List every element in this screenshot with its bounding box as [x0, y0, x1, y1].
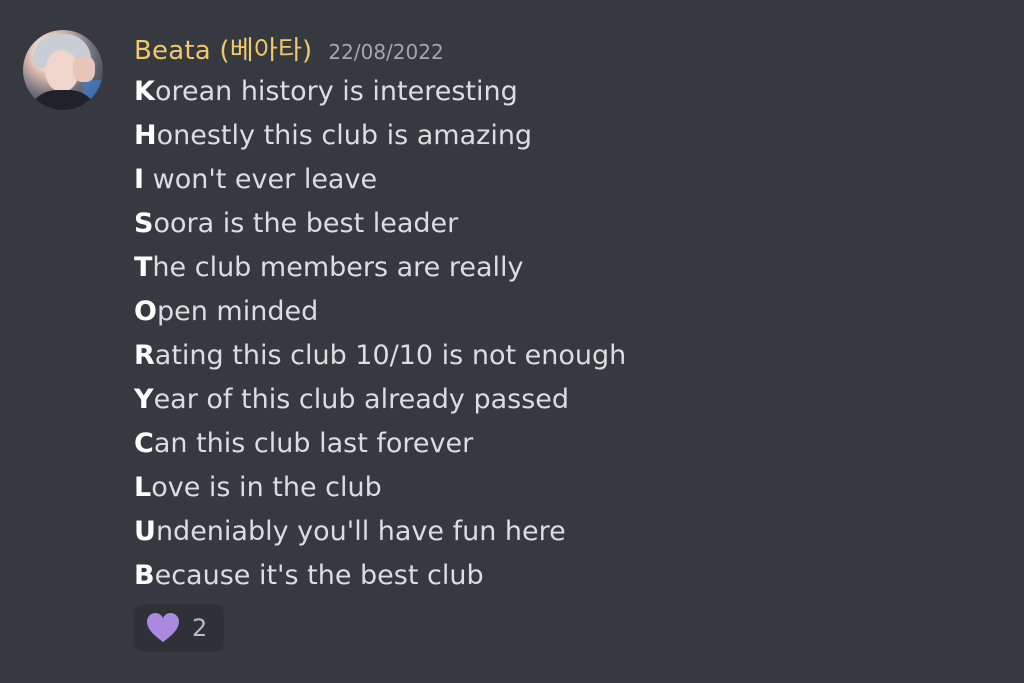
line-initial: O	[134, 296, 157, 327]
message-line: Undeniably you'll have fun here	[134, 512, 994, 556]
timestamp[interactable]: 22/08/2022	[328, 40, 443, 64]
line-initial: K	[134, 76, 155, 107]
line-text: orean history is interesting	[154, 76, 518, 107]
line-initial: H	[134, 120, 157, 151]
message-line: Year of this club already passed	[134, 380, 994, 424]
line-text: pen minded	[156, 296, 319, 327]
line-text: ndeniably you'll have fun here	[155, 516, 566, 547]
user-avatar[interactable]	[23, 30, 103, 110]
line-initial: I	[134, 164, 145, 195]
message-line: Honestly this club is amazing	[134, 116, 994, 160]
chat-message: Beata (베아타) 22/08/2022 Korean history is…	[0, 0, 1024, 683]
line-initial: S	[134, 208, 154, 239]
line-initial: L	[134, 472, 152, 503]
message-content: Korean history is interesting Honestly t…	[134, 72, 994, 600]
line-initial: U	[134, 516, 156, 547]
line-text: ear of this club already passed	[153, 384, 570, 415]
line-text: ove is in the club	[151, 472, 382, 503]
line-text: he club members are really	[152, 252, 524, 283]
line-initial: C	[134, 428, 154, 459]
purple-heart-icon	[147, 613, 179, 642]
message-line: The club members are really	[134, 248, 994, 292]
line-text: onestly this club is amazing	[156, 120, 533, 151]
reaction-button[interactable]: 2	[134, 604, 224, 652]
username[interactable]: Beata (베아타)	[134, 30, 312, 67]
line-text: ecause it's the best club	[154, 560, 484, 591]
message-header: Beata (베아타) 22/08/2022	[134, 30, 444, 66]
line-text: an this club last forever	[153, 428, 474, 459]
line-initial: R	[134, 340, 155, 371]
line-text: oora is the best leader	[153, 208, 459, 239]
reaction-count: 2	[192, 614, 208, 642]
line-text: won't ever leave	[144, 164, 378, 195]
message-line: Open minded	[134, 292, 994, 336]
message-line: Soora is the best leader	[134, 204, 994, 248]
message-line: Can this club last forever	[134, 424, 994, 468]
line-initial: T	[134, 252, 153, 283]
line-initial: Y	[134, 384, 154, 415]
message-line: I won't ever leave	[134, 160, 994, 204]
message-line: Love is in the club	[134, 468, 994, 512]
line-text: ating this club 10/10 is not enough	[154, 340, 627, 371]
line-initial: B	[134, 560, 155, 591]
message-line: Because it's the best club	[134, 556, 994, 600]
message-line: Korean history is interesting	[134, 72, 994, 116]
avatar-hand	[73, 56, 95, 82]
message-line: Rating this club 10/10 is not enough	[134, 336, 994, 380]
